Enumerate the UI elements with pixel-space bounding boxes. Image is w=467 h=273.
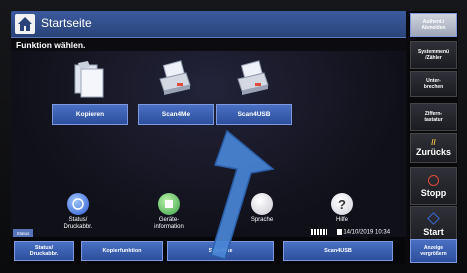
start-label: Start (423, 226, 444, 237)
time-text: 10:34 (375, 229, 391, 236)
bottom-bar: Status Status/ Druckabbr. Kopierfunktion… (11, 229, 406, 264)
system-menu-button[interactable]: Systemmenü /Zähler (410, 41, 457, 69)
status-info: 14/10/2019 10:34 (311, 229, 390, 236)
reset-label: Zurücks (415, 147, 451, 157)
scan4me-button[interactable]: Scan4Me (138, 104, 214, 125)
language-icon (251, 193, 273, 215)
home-icon[interactable] (15, 14, 35, 34)
scanner-usb-icon (234, 59, 272, 99)
keypad-button[interactable]: Ziffern- tastatur (410, 103, 457, 131)
language-label: Sprache (250, 217, 274, 223)
status-icon (67, 193, 89, 215)
date-text: 14/10/2019 (343, 229, 374, 236)
instruction-text: Funktion wählen. (16, 40, 86, 50)
main-area: Kopieren Scan4Me Scan4USB Status/ Drucka… (11, 51, 406, 237)
scan4me-bottom-button[interactable]: Scan4Me (167, 241, 274, 261)
scan4usb-button[interactable]: Scan4USB (216, 104, 292, 125)
device-info-icon (158, 193, 180, 215)
copier-icon (70, 59, 108, 99)
stop-button[interactable]: Stopp (410, 167, 457, 205)
function-kopieren[interactable]: Kopieren (52, 51, 128, 126)
document-icon (336, 229, 342, 235)
help-label: Hilfe (335, 217, 348, 223)
start-icon (427, 211, 440, 225)
reset-button[interactable]: // Zurücks (410, 133, 457, 163)
function-scan4usb[interactable]: Scan4USB (216, 51, 292, 126)
unterbrechen-button[interactable]: Unter- brechen (410, 71, 457, 97)
scan4usb-bottom-button[interactable]: Scan4USB (283, 241, 393, 261)
status-tag: Status (13, 229, 33, 237)
stop-label: Stopp (420, 187, 447, 198)
device-info-shortcut[interactable]: Geräte- information (139, 193, 199, 231)
right-panel: Authent./ Abmelden Systemmenü /Zähler Un… (407, 11, 458, 264)
help-shortcut[interactable]: ? Hilfe (312, 193, 372, 224)
title-bar: Startseite (11, 11, 406, 38)
kopieren-button[interactable]: Kopieren (52, 104, 128, 125)
authent-logout-button[interactable]: Authent./ Abmelden (410, 13, 457, 37)
usb-indicator-icon (311, 229, 327, 235)
scanner-icon (156, 59, 194, 99)
touch-screen: Startseite Funktion wählen. Kopieren Sca… (11, 11, 458, 264)
kopierfunktion-button[interactable]: Kopierfunktion (81, 241, 163, 261)
enlarge-display-button[interactable]: Anzeige vergrößern (410, 239, 457, 263)
status-job-button[interactable]: Status/ Druckabbr. (14, 241, 74, 261)
device-info-label: Geräte- information (154, 217, 184, 230)
function-scan4me[interactable]: Scan4Me (138, 51, 214, 126)
stop-icon (428, 174, 439, 186)
status-shortcut-label: Status/ Druckabbr. (63, 217, 93, 230)
page-title: Startseite (41, 16, 92, 30)
language-shortcut[interactable]: Sprache (232, 193, 292, 224)
status-shortcut[interactable]: Status/ Druckabbr. (48, 193, 108, 231)
reset-icon: // (431, 138, 436, 147)
help-icon: ? (331, 193, 353, 215)
